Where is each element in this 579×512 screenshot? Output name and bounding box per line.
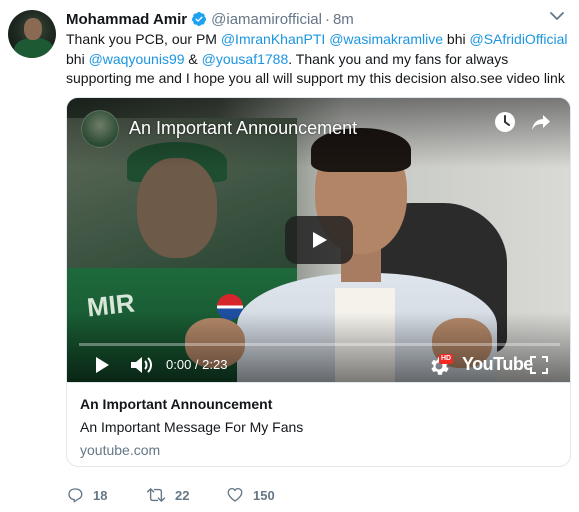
tweet-timestamp[interactable]: 8m: [333, 11, 354, 28]
more-options-chevron-icon[interactable]: [547, 6, 567, 26]
reply-button[interactable]: 18: [66, 486, 107, 504]
card-title: An Important Announcement: [80, 396, 273, 412]
mention-link[interactable]: @ImranKhanPTI: [221, 31, 325, 47]
video-progress-bar[interactable]: [79, 343, 560, 346]
video-player[interactable]: MIR An Important Announcement 0:00 / 2:2…: [67, 98, 570, 382]
reply-count: 18: [93, 487, 108, 503]
fullscreen-icon[interactable]: [529, 355, 549, 375]
heart-icon: [227, 487, 243, 502]
play-control-icon[interactable]: [92, 355, 112, 375]
video-title[interactable]: An Important Announcement: [129, 118, 357, 139]
mention-link[interactable]: @wasimakramlive: [329, 31, 443, 47]
reply-icon: [68, 488, 83, 503]
separator-dot: ·: [324, 10, 330, 28]
mention-link[interactable]: @yousaf1788: [202, 51, 289, 67]
author-handle[interactable]: @iamamirofficial: [211, 11, 322, 28]
poster-head: [137, 158, 217, 258]
tweet-text: Thank you PCB, our PM @ImranKhanPTI @was…: [66, 30, 574, 89]
play-icon: [313, 232, 327, 248]
tweet-text-segment: Thank you PCB, our PM: [66, 31, 221, 47]
tweet-header: Mohammad Amir @iamamirofficial · 8m: [66, 10, 354, 28]
tweet-text-line: supporting me and I hope you all will su…: [66, 69, 574, 89]
card-info[interactable]: An Important Announcement An Important M…: [67, 382, 570, 466]
retweet-button[interactable]: 22: [146, 486, 189, 504]
mention-link[interactable]: @waqyounis99: [89, 51, 185, 67]
like-button[interactable]: 150: [226, 486, 275, 504]
video-time: 0:00 / 2:23: [166, 357, 228, 372]
volume-icon[interactable]: [129, 354, 153, 376]
author-avatar[interactable]: [8, 10, 56, 58]
tweet-text-segment: &: [184, 50, 202, 67]
card-domain: youtube.com: [80, 442, 161, 458]
share-arrow-icon[interactable]: [529, 110, 553, 134]
author-name[interactable]: Mohammad Amir: [66, 11, 187, 28]
tweet-text-segment: bhi: [443, 31, 470, 47]
play-button-large[interactable]: [285, 216, 353, 264]
watch-later-clock-icon[interactable]: [493, 110, 517, 134]
youtube-logo[interactable]: YouTube: [462, 354, 533, 375]
mention-link[interactable]: @SAfridiOfficial: [469, 31, 567, 47]
tweet-text-segment: . Thank you and my fans for always: [288, 50, 509, 67]
retweet-icon: [146, 488, 166, 502]
card-description: An Important Message For My Fans: [80, 419, 304, 435]
channel-avatar[interactable]: [81, 110, 119, 148]
tweet-text-line: bhi @waqyounis99 & @yousaf1788. Thank yo…: [66, 50, 574, 70]
retweet-count: 22: [175, 487, 190, 503]
video-card[interactable]: MIR An Important Announcement 0:00 / 2:2…: [66, 97, 571, 467]
avatar-shirt: [14, 38, 54, 58]
tweet-text-segment: bhi: [66, 50, 89, 67]
tweet-text-segment: supporting me and I hope you all will su…: [66, 70, 565, 86]
hd-badge: HD: [439, 354, 454, 364]
like-count: 150: [253, 487, 275, 503]
tweet-text-line: Thank you PCB, our PM @ImranKhanPTI @was…: [66, 30, 574, 50]
avatar-face: [24, 18, 42, 40]
verified-badge-icon: [191, 11, 207, 27]
tweet: Mohammad Amir @iamamirofficial · 8m Than…: [0, 0, 579, 512]
